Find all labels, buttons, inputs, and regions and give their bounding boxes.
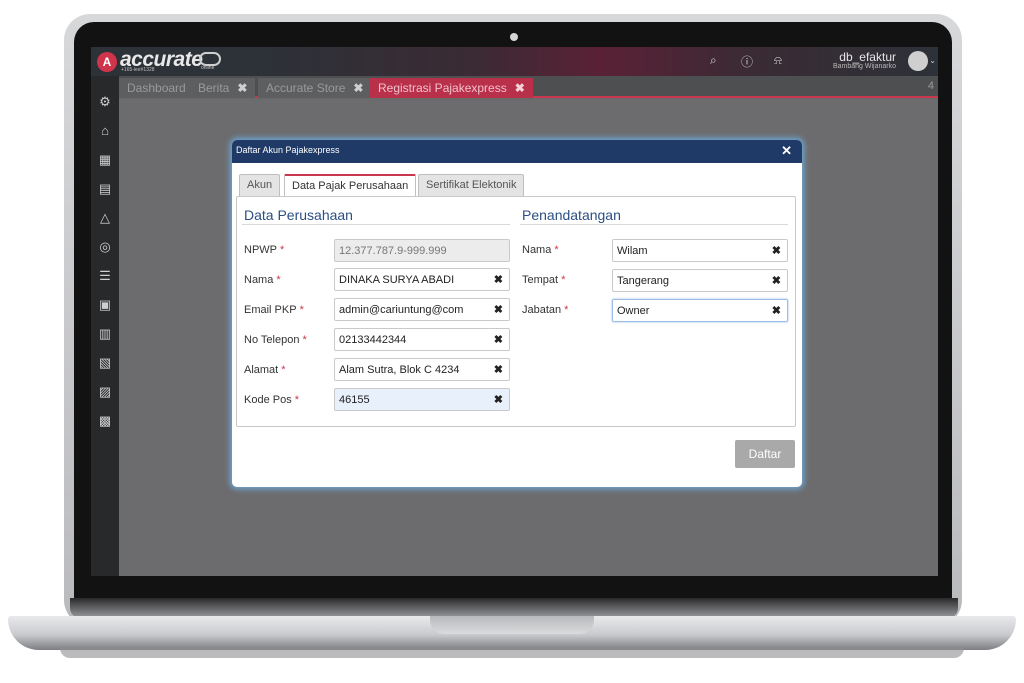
no-telepon-input[interactable] [335, 329, 509, 350]
tempat-field[interactable]: ✖ [612, 269, 788, 292]
close-icon[interactable]: ✖ [237, 81, 247, 95]
section-divider [242, 224, 510, 225]
money-bag-icon[interactable]: ◎ [96, 239, 114, 255]
laptop-mockup: A accurate +165-lee#1328 online ⌕ ⓘ ⍾ db… [0, 0, 1024, 683]
cart-icon[interactable]: ☰ [96, 268, 114, 284]
help-icon[interactable]: ⓘ [741, 53, 753, 70]
tab-sertifikat-elektonik[interactable]: Sertifikat Elektonik [418, 174, 525, 196]
tab-registrasi-pajakexpress[interactable]: Registrasi Pajakexpress ✖ [370, 78, 533, 98]
clear-icon[interactable]: ✖ [494, 273, 503, 286]
register-dialog: Daftar Akun Pajakexpress ✕ Akun Data Paj… [232, 140, 802, 487]
nama-penandatangan-label: Nama * [522, 244, 559, 256]
laptop-notch [430, 616, 594, 634]
logo-subtext: +165-lee#1328 [121, 67, 155, 73]
database-name: db_efaktur [839, 50, 896, 64]
page-icon[interactable]: ▩ [96, 413, 114, 429]
tab-label: Accurate Store [266, 81, 346, 95]
settings-icon[interactable]: ⚙ [96, 94, 114, 110]
search-icon[interactable]: ⌕ [710, 53, 717, 68]
avatar[interactable] [908, 51, 928, 71]
close-icon[interactable]: ✖ [353, 81, 363, 95]
clear-icon[interactable]: ✖ [772, 244, 781, 257]
laptop-hinge [70, 598, 958, 618]
clear-icon[interactable]: ✖ [772, 304, 781, 317]
nama-penandatangan-input[interactable] [613, 240, 787, 261]
dialog-title: Daftar Akun Pajakexpress [236, 145, 340, 155]
npwp-label: NPWP * [244, 244, 285, 256]
section-divider [520, 224, 788, 225]
clear-icon[interactable]: ✖ [494, 363, 503, 376]
user-name: Bambang Wijanarko [832, 63, 896, 70]
delivery-icon[interactable]: ▣ [96, 297, 114, 313]
tab-akun[interactable]: Akun [239, 174, 281, 196]
clear-icon[interactable]: ✖ [494, 303, 503, 316]
alamat-label: Alamat * [244, 364, 286, 376]
building-icon[interactable]: ▦ [96, 152, 114, 168]
dialog-header: Daftar Akun Pajakexpress ✕ [232, 140, 802, 163]
npwp-field [334, 239, 510, 262]
bank-icon[interactable]: △ [96, 210, 114, 226]
tempat-input[interactable] [613, 270, 787, 291]
section-title-penandatangan: Penandatangan [522, 207, 621, 223]
sidebar: ⚙ ⌂ ▦ ▤ △ ◎ ☰ ▣ ▥ ▧ ▨ ▩ [91, 76, 119, 576]
tab-count[interactable]: 4 [928, 80, 934, 92]
no-telepon-field[interactable]: ✖ [334, 328, 510, 351]
tab-data-pajak-perusahaan[interactable]: Data Pajak Perusahaan [284, 174, 417, 197]
tab-accurate-store[interactable]: Accurate Store ✖ [258, 78, 372, 98]
npwp-input [335, 240, 509, 261]
tempat-label: Tempat * [522, 274, 566, 286]
tab-dashboard[interactable]: Dashboard [119, 78, 194, 98]
ledger-icon[interactable]: ▤ [96, 181, 114, 197]
jabatan-input[interactable] [613, 300, 787, 321]
laptop-shadow [60, 648, 964, 658]
tab-label: Registrasi Pajakexpress [378, 81, 507, 95]
tab-berita[interactable]: Berita ✖ [190, 78, 256, 98]
company-icon[interactable]: ⌂ [96, 123, 114, 139]
nama-perusahaan-field[interactable]: ✖ [334, 268, 510, 291]
close-icon[interactable]: ✖ [515, 81, 525, 95]
email-pkp-label: Email PKP * [244, 304, 304, 316]
kode-pos-label: Kode Pos * [244, 394, 299, 406]
jabatan-field[interactable]: ✖ [612, 299, 788, 322]
email-pkp-field[interactable]: ✖ [334, 298, 510, 321]
nama-penandatangan-field[interactable]: ✖ [612, 239, 788, 262]
factory-icon[interactable]: ▧ [96, 355, 114, 371]
email-pkp-input[interactable] [335, 299, 509, 320]
clear-icon[interactable]: ✖ [772, 274, 781, 287]
chevron-down-icon[interactable]: ⌄ [929, 56, 936, 65]
kode-pos-field[interactable]: ✖ [334, 388, 510, 411]
nama-perusahaan-input[interactable] [335, 269, 509, 290]
alamat-field[interactable]: ✖ [334, 358, 510, 381]
close-icon[interactable]: ✕ [781, 143, 792, 159]
clear-icon[interactable]: ✖ [494, 333, 503, 346]
tab-label: Berita [198, 81, 230, 95]
online-label: online [201, 65, 215, 71]
camera-dot [510, 33, 518, 41]
tab-bar: Dashboard Berita ✖ Accurate Store ✖ Regist… [119, 76, 938, 98]
cloud-icon [199, 52, 221, 66]
inventory-icon[interactable]: ▥ [96, 326, 114, 342]
bell-icon[interactable]: ⍾ [774, 53, 782, 68]
tab-label: Dashboard [127, 81, 186, 95]
no-telepon-label: No Telepon * [244, 334, 307, 346]
jabatan-label: Jabatan * [522, 304, 569, 316]
accurate-logo-icon[interactable]: A [97, 52, 117, 72]
report-icon[interactable]: ▨ [96, 384, 114, 400]
nama-perusahaan-label: Nama * [244, 274, 281, 286]
alamat-input[interactable] [335, 359, 509, 380]
section-title-data-perusahaan: Data Perusahaan [244, 207, 353, 223]
daftar-button[interactable]: Daftar [735, 440, 795, 468]
top-bar: A accurate +165-lee#1328 online ⌕ ⓘ ⍾ db… [91, 47, 938, 76]
clear-icon[interactable]: ✖ [494, 393, 503, 406]
kode-pos-input[interactable] [335, 389, 509, 410]
